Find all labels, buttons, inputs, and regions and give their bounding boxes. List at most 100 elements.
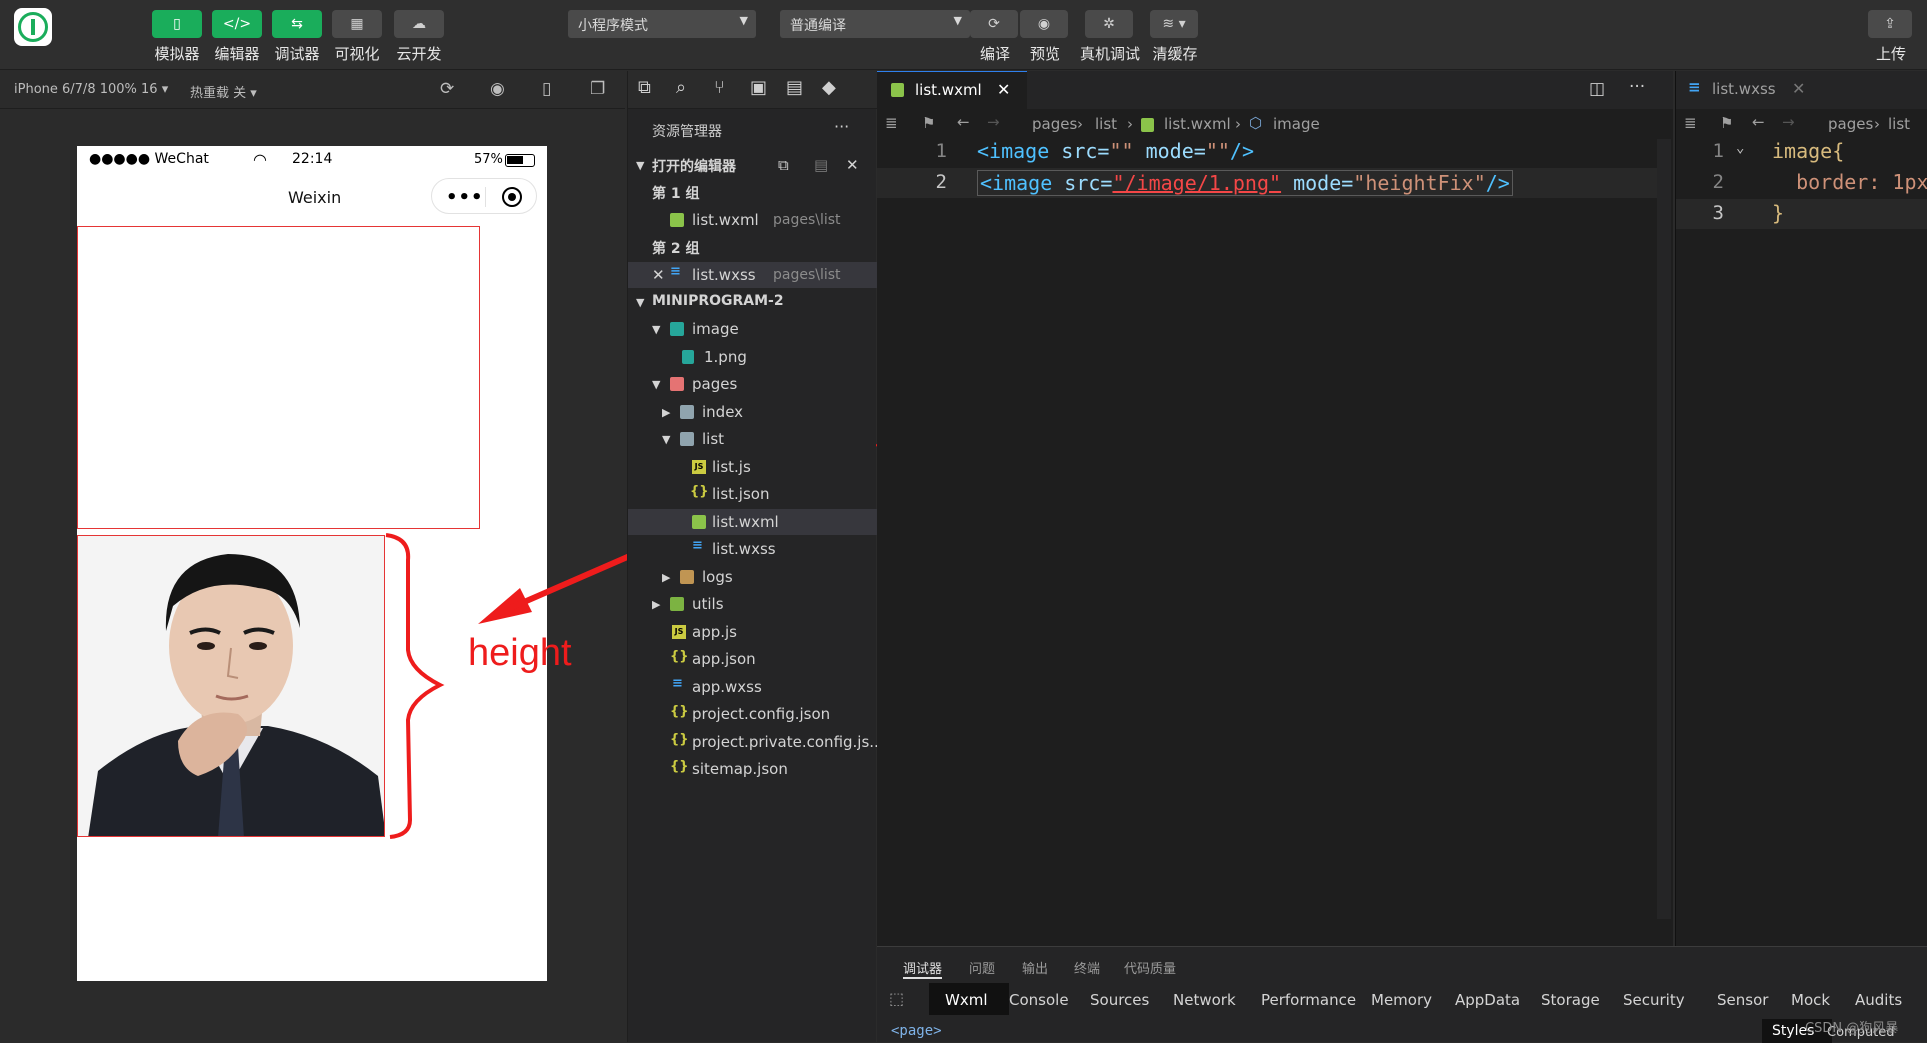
remote-debug-button[interactable]: ✲ (1085, 10, 1133, 38)
bookmark-icon[interactable]: ⚑ (1720, 114, 1733, 132)
device-select[interactable]: iPhone 6/7/8 100% 16 ▾ (14, 82, 168, 97)
close-icon[interactable]: ✕ (997, 80, 1010, 99)
tab-sensor[interactable]: Sensor (1717, 991, 1768, 1009)
wxml-node-page[interactable]: <page> (891, 1023, 942, 1039)
inspect-icon[interactable]: ⬚ (889, 989, 904, 1008)
explorer-more-button[interactable]: ··· (834, 117, 849, 136)
open-file-list-wxml[interactable]: list.wxml pages\list (628, 207, 877, 233)
fold-chevron-icon[interactable]: ⌄ (1736, 140, 1744, 156)
open-editors-section[interactable]: ▼ 打开的编辑器 ⧉ ▤ ✕ (628, 152, 877, 178)
css-line-2[interactable]: 2 border: 1px (1676, 168, 1927, 198)
more-icon[interactable]: ··· (1629, 77, 1645, 97)
files-icon[interactable]: ⧉ (638, 77, 651, 98)
breadcrumb-file[interactable]: list.wxml (1164, 115, 1231, 133)
stop-icon[interactable]: ◉ (490, 79, 505, 99)
tree-item-1png[interactable]: 1.png (628, 344, 877, 370)
preview-button[interactable]: ◉ (1020, 10, 1068, 38)
back-icon[interactable]: ← (1752, 113, 1765, 131)
tab-sources[interactable]: Sources (1090, 991, 1149, 1009)
breadcrumb-pages[interactable]: pages (1032, 115, 1077, 133)
tab-problems[interactable]: 问题 (969, 958, 995, 977)
tab-list-wxss[interactable]: ≡ list.wxss ✕ (1676, 71, 1927, 109)
search-icon[interactable]: ⌕ (676, 77, 686, 98)
split-editor-icon[interactable]: ◫ (1589, 79, 1605, 99)
outline-icon[interactable]: ≣ (1684, 114, 1697, 132)
cloud-dev-button[interactable]: ☁ (394, 10, 444, 38)
tree-item-sitemap[interactable]: {} sitemap.json (628, 756, 877, 782)
tree-item-logs[interactable]: ▶ logs (628, 564, 877, 590)
chevron-right-icon: ▶ (662, 571, 671, 584)
code-line-1[interactable]: 1 <image src="" mode=""/> (877, 137, 1667, 167)
tree-item-list[interactable]: ▼ list (628, 426, 877, 452)
hot-reload-select[interactable]: 热重载 关 ▾ (190, 82, 257, 101)
close-icon[interactable]: ✕ (1792, 79, 1805, 98)
tree-item-project-private-config[interactable]: {} project.private.config.js... (628, 729, 884, 755)
tree-item-utils[interactable]: ▶ utils (628, 591, 877, 617)
tree-item-list-wxml[interactable]: list.wxml (628, 509, 877, 535)
tree-item-app-wxss[interactable]: ≡ app.wxss (628, 674, 877, 700)
tab-appdata[interactable]: AppData (1455, 991, 1520, 1009)
tab-network[interactable]: Network (1173, 991, 1236, 1009)
compile-button[interactable]: ⟳ (970, 10, 1018, 38)
tree-item-app-js[interactable]: JS app.js (628, 619, 877, 645)
tree-item-list-wxss[interactable]: ≡ list.wxss (628, 536, 877, 562)
tree-item-image-folder[interactable]: ▼ image (628, 316, 877, 342)
tab-debugger[interactable]: 调试器 (903, 958, 943, 979)
css-line-1[interactable]: 1 ⌄ image{ (1676, 137, 1927, 167)
forward-icon[interactable]: → (987, 113, 1000, 131)
editor-toggle-button[interactable]: </> (212, 10, 262, 38)
explorer-title: 资源管理器 (652, 124, 722, 140)
editor-scrollbar[interactable] (1657, 139, 1671, 919)
window-icon[interactable]: ❐ (590, 79, 605, 99)
save-all-icon[interactable]: ▤ (814, 156, 828, 174)
tab-storage[interactable]: Storage (1541, 991, 1600, 1009)
split-icon[interactable]: ⧉ (778, 156, 789, 174)
close-all-icon[interactable]: ✕ (846, 156, 859, 174)
tab-list-wxml[interactable]: list.wxml ✕ (877, 71, 1027, 109)
css-line-3[interactable]: 3 } (1676, 199, 1927, 229)
close-icon[interactable]: ✕ (652, 266, 665, 284)
tree-item-index[interactable]: ▶ index (628, 399, 877, 425)
outline-icon[interactable]: ≣ (885, 114, 898, 132)
back-icon[interactable]: ← (957, 113, 970, 131)
tree-item-app-json[interactable]: {} app.json (628, 646, 877, 672)
open-file-list-wxss[interactable]: ✕ ≡ list.wxss pages\list (628, 262, 877, 288)
tab-code-quality[interactable]: 代码质量 (1124, 958, 1176, 977)
chevron-right-icon: ▶ (662, 406, 671, 419)
phone-icon[interactable]: ▯ (542, 79, 551, 99)
tab-mock[interactable]: Mock (1791, 991, 1830, 1009)
debugger-toggle-button[interactable]: ⇆ (272, 10, 322, 38)
tab-performance[interactable]: Performance (1261, 991, 1356, 1009)
tab-memory[interactable]: Memory (1371, 991, 1432, 1009)
tree-item-pages[interactable]: ▼ pages (628, 371, 877, 397)
eye-icon: ◉ (1037, 16, 1051, 32)
forward-icon[interactable]: → (1782, 113, 1795, 131)
simulator-toggle-button[interactable]: ▯ (152, 10, 202, 38)
mode-select[interactable]: 小程序模式 ▼ (568, 10, 756, 38)
css-file-icon: ≡ (672, 676, 683, 691)
code-line-2[interactable]: 2 <image src="/image/1.png" mode="height… (877, 168, 1667, 198)
git-icon[interactable]: ⑂ (714, 77, 725, 98)
tab-security[interactable]: Security (1623, 991, 1685, 1009)
tree-item-list-json[interactable]: {} list.json (628, 481, 877, 507)
upload-button[interactable]: ⇪ (1868, 10, 1912, 38)
breadcrumb-list[interactable]: list (1095, 115, 1117, 133)
breadcrumb-element[interactable]: image (1273, 115, 1320, 133)
storage-icon[interactable]: ▤ (786, 77, 803, 98)
tab-terminal[interactable]: 终端 (1074, 958, 1100, 977)
tab-output[interactable]: 输出 (1022, 958, 1048, 977)
reload-icon[interactable]: ⟳ (440, 79, 454, 99)
code-icon: </> (222, 16, 252, 32)
extensions-icon[interactable]: ▣ (750, 77, 767, 98)
clear-cache-button[interactable]: ≋ ▾ (1150, 10, 1198, 38)
project-section[interactable]: ▼ MINIPROGRAM-2 (628, 289, 877, 315)
tree-item-project-config[interactable]: {} project.config.json (628, 701, 877, 727)
tab-console[interactable]: Console (1009, 991, 1069, 1009)
tab-audits[interactable]: Audits (1855, 991, 1902, 1009)
tree-item-list-js[interactable]: JS list.js (628, 454, 877, 480)
visual-toggle-button[interactable]: ▦ (332, 10, 382, 38)
compile-select[interactable]: 普通编译 ▼ (780, 10, 970, 38)
docker-icon[interactable]: ◆ (822, 77, 836, 98)
bookmark-icon[interactable]: ⚑ (922, 114, 935, 132)
tab-wxml[interactable]: Wxml (929, 983, 1009, 1015)
